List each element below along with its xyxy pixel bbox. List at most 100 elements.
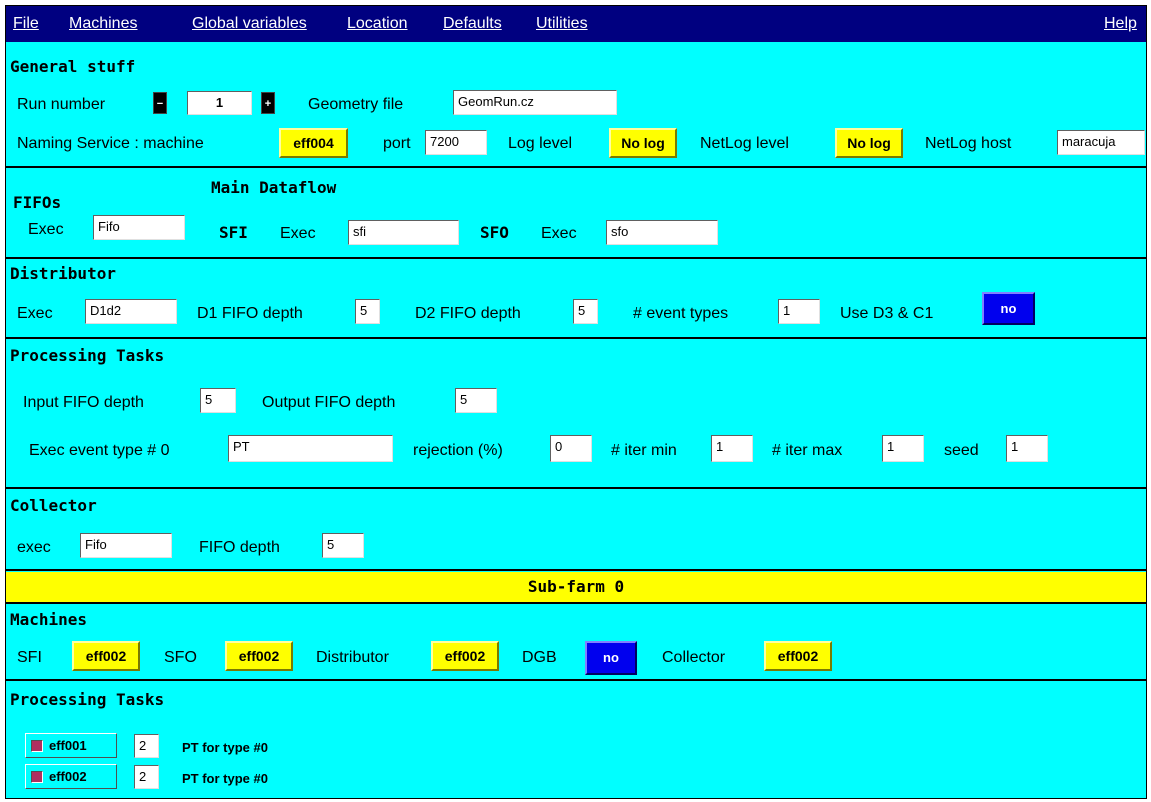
- collector-exec-label: exec: [17, 539, 51, 556]
- rejection-label: rejection (%): [413, 442, 503, 459]
- naming-machine-button[interactable]: eff004: [279, 128, 348, 158]
- port-label: port: [383, 135, 411, 152]
- task-description: PT for type #0: [182, 740, 268, 755]
- geometry-file-field[interactable]: GeomRun.cz: [453, 90, 617, 115]
- use-d3-c1-toggle[interactable]: no: [982, 292, 1035, 325]
- minus-icon: −: [156, 98, 164, 110]
- netlog-host-field[interactable]: maracuja: [1057, 130, 1145, 155]
- iter-max-label: # iter max: [772, 442, 843, 459]
- event-types-field[interactable]: 1: [778, 299, 820, 324]
- subfarm-title: Sub-farm 0: [527, 577, 625, 596]
- task-row-checkbox[interactable]: eff001: [25, 733, 117, 758]
- collector-exec-field[interactable]: Fifo: [80, 533, 172, 558]
- separator: [6, 257, 1146, 259]
- fifos-exec-field[interactable]: Fifo: [93, 215, 185, 240]
- exec-event-type-field[interactable]: PT: [228, 435, 393, 462]
- netlog-level-button[interactable]: No log: [835, 128, 903, 158]
- subfarm-processing-title: Processing Tasks: [10, 690, 165, 709]
- decrement-run-button[interactable]: −: [153, 92, 167, 114]
- distributor-exec-label: Exec: [17, 305, 53, 322]
- iter-max-field[interactable]: 1: [882, 435, 924, 462]
- log-level-label: Log level: [508, 135, 573, 152]
- separator: [6, 487, 1146, 489]
- machines-dgb-label: DGB: [522, 649, 557, 666]
- geometry-file-label: Geometry file: [308, 96, 404, 113]
- checkbox-indicator-icon: [31, 771, 43, 783]
- fifos-section-title: FIFOs: [13, 193, 62, 212]
- input-fifo-depth-label: Input FIFO depth: [23, 394, 144, 411]
- general-section-title: General stuff: [10, 57, 136, 76]
- machines-sfi-label: SFI: [17, 649, 42, 666]
- menu-global-variables[interactable]: Global variables: [192, 15, 307, 33]
- menubar: File Machines Global variables Location …: [6, 6, 1146, 42]
- input-fifo-depth-field[interactable]: 5: [200, 388, 236, 413]
- machines-section-title: Machines: [10, 610, 88, 629]
- collector-fifo-depth-field[interactable]: 5: [322, 533, 364, 558]
- d2-fifo-depth-field[interactable]: 5: [573, 299, 598, 324]
- main-window: File Machines Global variables Location …: [5, 5, 1147, 799]
- sfi-exec-field[interactable]: sfi: [348, 220, 459, 245]
- menu-machines[interactable]: Machines: [69, 15, 137, 33]
- d2-fifo-depth-label: D2 FIFO depth: [415, 305, 521, 322]
- machines-collector-label: Collector: [662, 649, 726, 666]
- task-machine-label: eff001: [49, 738, 87, 753]
- menu-file[interactable]: File: [13, 15, 39, 33]
- task-machine-label: eff002: [49, 769, 87, 784]
- machines-distributor-button[interactable]: eff002: [431, 641, 499, 671]
- separator: [6, 166, 1146, 168]
- run-number-field[interactable]: 1: [187, 91, 252, 115]
- increment-run-button[interactable]: +: [261, 92, 275, 114]
- iter-min-field[interactable]: 1: [711, 435, 753, 462]
- fifos-exec-label: Exec: [28, 221, 64, 238]
- menu-help[interactable]: Help: [1104, 15, 1137, 33]
- event-types-label: # event types: [633, 305, 729, 322]
- task-row-checkbox[interactable]: eff002: [25, 764, 117, 789]
- task-count-field[interactable]: 2: [134, 734, 159, 758]
- machines-sfo-button[interactable]: eff002: [225, 641, 293, 671]
- collector-fifo-depth-label: FIFO depth: [199, 539, 280, 556]
- machines-distributor-label: Distributor: [316, 649, 389, 666]
- d1-fifo-depth-field[interactable]: 5: [355, 299, 380, 324]
- output-fifo-depth-label: Output FIFO depth: [262, 394, 396, 411]
- collector-section-title: Collector: [10, 496, 97, 515]
- machines-dgb-toggle[interactable]: no: [585, 641, 637, 675]
- processing-section-title: Processing Tasks: [10, 346, 165, 365]
- sfi-label: SFI: [219, 223, 248, 242]
- naming-service-label: Naming Service : machine: [17, 135, 204, 152]
- netlog-level-label: NetLog level: [700, 135, 789, 152]
- use-d3-c1-label: Use D3 & C1: [840, 305, 934, 322]
- seed-field[interactable]: 1: [1006, 435, 1048, 462]
- main-dataflow-title: Main Dataflow: [211, 178, 337, 197]
- menu-defaults[interactable]: Defaults: [443, 15, 502, 33]
- log-level-button[interactable]: No log: [609, 128, 677, 158]
- port-field[interactable]: 7200: [425, 130, 487, 155]
- subfarm-banner: Sub-farm 0: [6, 572, 1146, 602]
- separator: [6, 569, 1146, 571]
- sfo-label: SFO: [480, 223, 509, 242]
- separator: [6, 679, 1146, 681]
- rejection-field[interactable]: 0: [550, 435, 592, 462]
- separator: [6, 602, 1146, 604]
- distributor-exec-field[interactable]: D1d2: [85, 299, 177, 324]
- sfi-exec-label: Exec: [280, 225, 316, 242]
- plus-icon: +: [264, 98, 272, 110]
- task-description: PT for type #0: [182, 771, 268, 786]
- run-number-label: Run number: [17, 96, 106, 113]
- seed-label: seed: [944, 442, 979, 459]
- separator: [6, 337, 1146, 339]
- menu-location[interactable]: Location: [347, 15, 408, 33]
- d1-fifo-depth-label: D1 FIFO depth: [197, 305, 303, 322]
- sfo-exec-field[interactable]: sfo: [606, 220, 718, 245]
- sfo-exec-label: Exec: [541, 225, 577, 242]
- machines-collector-button[interactable]: eff002: [764, 641, 832, 671]
- distributor-section-title: Distributor: [10, 264, 116, 283]
- exec-event-type-label: Exec event type # 0: [29, 442, 170, 459]
- output-fifo-depth-field[interactable]: 5: [455, 388, 497, 413]
- netlog-host-label: NetLog host: [925, 135, 1012, 152]
- machines-sfo-label: SFO: [164, 649, 197, 666]
- machines-sfi-button[interactable]: eff002: [72, 641, 140, 671]
- task-count-field[interactable]: 2: [134, 765, 159, 789]
- checkbox-indicator-icon: [31, 740, 43, 752]
- iter-min-label: # iter min: [611, 442, 677, 459]
- menu-utilities[interactable]: Utilities: [536, 15, 588, 33]
